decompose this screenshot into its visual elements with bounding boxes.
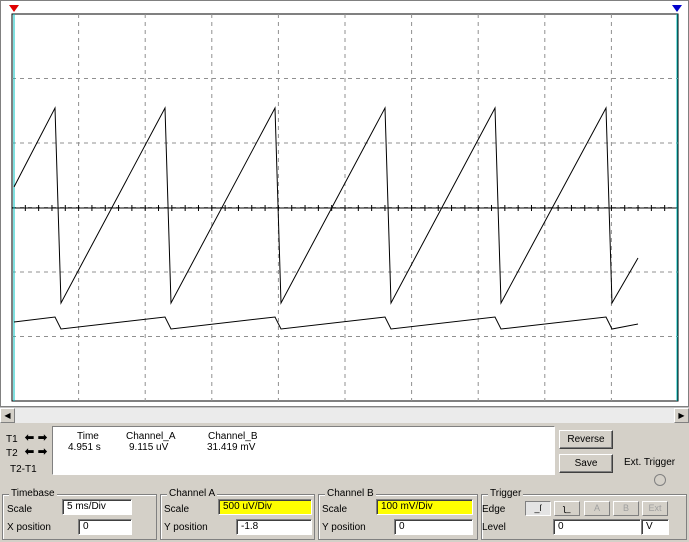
trigger-level-label: Level: [482, 522, 506, 533]
trigger-level-field[interactable]: 0: [553, 519, 641, 535]
channel-a-scale-label: Scale: [164, 504, 190, 515]
timebase-title: Timebase: [9, 488, 57, 499]
channel-a-y-position-label: Y position: [164, 522, 208, 533]
channel-a-group: Channel A Scale 500 uV/Div Y position -1…: [160, 488, 315, 540]
t2-label: T2: [6, 448, 18, 459]
t1-label: T1: [6, 434, 18, 445]
channel-b-scale-label: Scale: [322, 504, 348, 515]
scope-screen: [9, 5, 682, 402]
channel-a-value: 9.115 uV: [129, 442, 169, 453]
scope-display: [0, 0, 689, 407]
t2-right-arrow-icon[interactable]: ➡: [37, 447, 48, 459]
cursor-readout-panel: T1 ⬅ ➡ T2 ⬅ ➡ T2-T1 Time Channel_A Chann…: [0, 422, 689, 486]
channel-b-header: Channel_B: [208, 431, 258, 442]
trigger-source-ext-button[interactable]: Ext: [642, 501, 668, 516]
cursor-t2-marker-icon[interactable]: [672, 5, 682, 12]
rising-edge-icon[interactable]: _ſ: [525, 501, 551, 516]
trigger-edge-label: Edge: [482, 504, 506, 515]
falling-edge-icon[interactable]: ʅ_: [554, 501, 580, 516]
trigger-source-a-button[interactable]: A: [584, 501, 610, 516]
scrollbar-track[interactable]: [15, 408, 674, 423]
cursor-t1-marker-icon[interactable]: [9, 5, 19, 12]
timebase-scale-field[interactable]: 5 ms/Div: [62, 499, 132, 515]
triangle-right-icon[interactable]: ▶: [674, 408, 689, 423]
reverse-button[interactable]: Reverse: [559, 430, 613, 449]
x-position-field[interactable]: 0: [78, 519, 132, 535]
channel-a-scale-field[interactable]: 500 uV/Div: [218, 499, 312, 515]
channel-b-scale-field[interactable]: 100 mV/Div: [376, 499, 473, 515]
ext-trigger-label: Ext. Trigger: [624, 457, 676, 468]
triangle-left-icon[interactable]: ◀: [0, 408, 15, 423]
trigger-source-b-button[interactable]: B: [613, 501, 639, 516]
trigger-group: Trigger Edge _ſ ʅ_ A B Ext Level 0 V: [481, 488, 687, 540]
t1-left-arrow-icon[interactable]: ⬅: [24, 433, 35, 445]
t2-left-arrow-icon[interactable]: ⬅: [24, 447, 35, 459]
channel-b-value: 31.419 mV: [207, 442, 256, 453]
channel-b-title: Channel B: [325, 488, 376, 499]
save-button[interactable]: Save: [559, 454, 613, 473]
t2-t1-label: T2-T1: [10, 464, 37, 475]
trigger-title: Trigger: [488, 488, 524, 499]
time-header: Time: [77, 431, 99, 442]
cursor-readout-box: Time Channel_A Channel_B 4.951 s 9.115 u…: [52, 426, 555, 475]
trigger-level-unit-field[interactable]: V: [641, 519, 669, 535]
channel-b-y-position-field[interactable]: 0: [394, 519, 473, 535]
x-position-label: X position: [7, 522, 51, 533]
channel-b-y-position-label: Y position: [322, 522, 366, 533]
channel-a-title: Channel A: [167, 488, 218, 499]
channel-a-header: Channel_A: [126, 431, 176, 442]
oscilloscope-window: ◀ ▶ T1 ⬅ ➡ T2 ⬅ ➡ T2-T1 Time Channel_A C…: [0, 0, 689, 542]
time-value: 4.951 s: [68, 442, 101, 453]
timebase-group: Timebase Scale 5 ms/Div X position 0: [2, 488, 157, 540]
channel-a-y-position-field[interactable]: -1.8: [236, 519, 312, 535]
horizontal-scrollbar[interactable]: ◀ ▶: [0, 407, 689, 423]
timebase-scale-label: Scale: [7, 504, 33, 515]
ext-trigger-radio[interactable]: [654, 474, 666, 486]
t1-right-arrow-icon[interactable]: ➡: [37, 433, 48, 445]
channel-b-group: Channel B Scale 100 mV/Div Y position 0: [318, 488, 478, 540]
